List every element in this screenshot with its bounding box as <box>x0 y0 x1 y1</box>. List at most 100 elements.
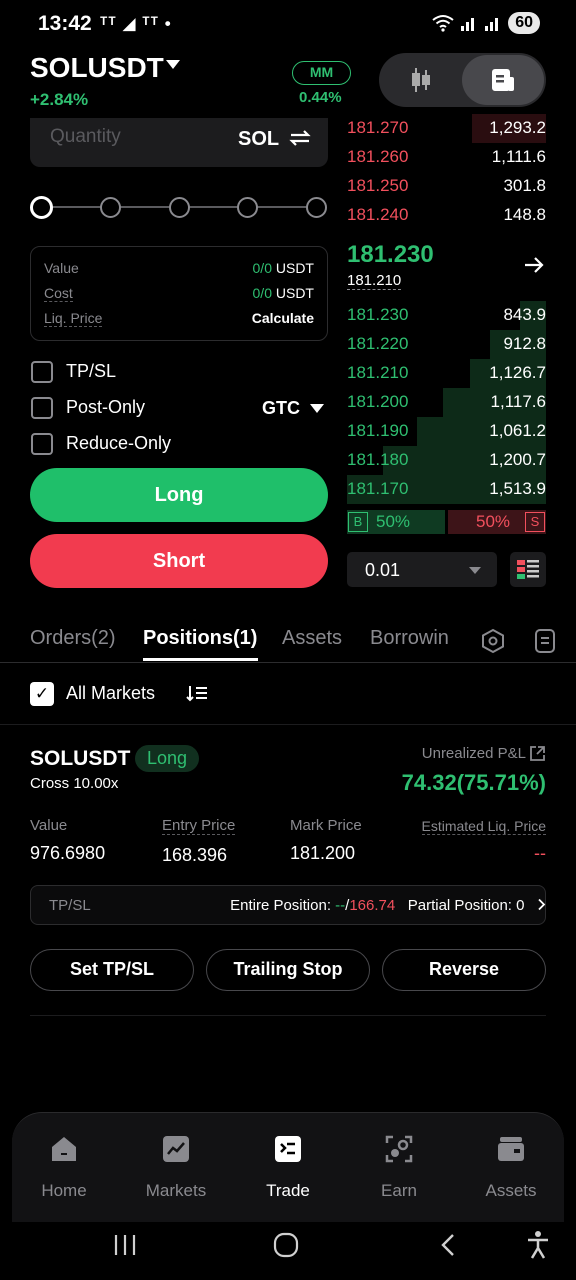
home-button-icon[interactable] <box>273 1232 299 1258</box>
ask-row[interactable]: 181.250 301.8 <box>347 172 546 201</box>
card-divider <box>30 1015 546 1016</box>
post-only-label: Post-Only <box>66 397 146 417</box>
price-change: +2.84% <box>30 90 89 109</box>
tab-borrowing[interactable]: Borrowin <box>370 627 458 650</box>
arrow-right-icon[interactable] <box>523 255 545 275</box>
post-only-checkbox[interactable] <box>31 397 53 419</box>
cost-amount: 0/0 <box>252 285 272 301</box>
slider-handle[interactable] <box>30 196 53 219</box>
pos-value: 976.6980 <box>30 843 106 863</box>
view-toggle[interactable] <box>379 53 546 107</box>
calculate-button[interactable]: Calculate <box>252 310 314 326</box>
signal-icon <box>461 18 475 31</box>
quantity-unit: SOL <box>238 128 279 150</box>
position-symbol[interactable]: SOLUSDT <box>30 747 130 771</box>
upnl-label: Unrealized P&L <box>421 745 526 762</box>
trailing-stop-button[interactable]: Trailing Stop <box>206 949 370 991</box>
nav-trade[interactable]: Trade <box>243 1134 333 1201</box>
status-time: 13:42 <box>38 12 92 35</box>
history-icon[interactable] <box>534 628 556 654</box>
ask-row[interactable]: 181.260 1,111.6 <box>347 143 546 172</box>
partial-position: Partial Position: 0 <box>407 897 525 914</box>
slider-step-100[interactable] <box>306 197 327 218</box>
bid-row[interactable]: 181.180 1,200.7 <box>347 446 546 475</box>
nav-earn-label: Earn <box>381 1181 417 1200</box>
mark-price-label: Mark Price <box>290 817 362 834</box>
bid-row[interactable]: 181.190 1,061.2 <box>347 417 546 446</box>
bid-qty: 1,117.6 <box>490 392 546 411</box>
tab-orders[interactable]: Orders(2) <box>30 627 116 650</box>
sort-icon[interactable] <box>186 684 208 702</box>
tpsl-summary-info[interactable]: Entire Position: --/166.74 Partial Posit… <box>230 897 546 914</box>
ask-price: 181.240 <box>347 205 409 224</box>
share-icon[interactable] <box>529 745 546 762</box>
tpsl-checkbox[interactable] <box>31 361 53 383</box>
tpsl-summary-label: TP/SL <box>49 897 91 914</box>
all-markets-checkbox[interactable]: ✓ <box>30 682 54 706</box>
bid-row[interactable]: 181.220 912.8 <box>347 330 546 359</box>
bid-row[interactable]: 181.210 1,126.7 <box>347 359 546 388</box>
nav-assets-label: Assets <box>485 1181 537 1200</box>
settings-icon[interactable] <box>480 628 506 654</box>
entire-position-label: Entire Position: <box>230 897 331 914</box>
pair-selector[interactable]: SOLUSDT <box>30 52 164 84</box>
bid-row[interactable]: 181.200 1,117.6 <box>347 388 546 417</box>
reduce-only-label: Reduce-Only <box>66 433 172 453</box>
ask-row[interactable]: 181.240 148.8 <box>347 201 546 230</box>
bid-row[interactable]: 181.170 1,513.9 <box>347 475 546 504</box>
recent-apps-icon[interactable] <box>113 1234 137 1256</box>
time-in-force-select[interactable]: GTC <box>262 398 300 419</box>
position-leverage[interactable]: Cross 10.00x <box>30 775 118 792</box>
caret-down-icon[interactable] <box>166 60 180 69</box>
back-icon[interactable] <box>439 1233 457 1257</box>
nav-markets-label: Markets <box>145 1181 207 1200</box>
swap-icon[interactable] <box>288 128 312 148</box>
set-tpsl-button[interactable]: Set TP/SL <box>30 949 194 991</box>
liq-price-value: -- <box>534 843 546 863</box>
mm-badge[interactable]: MM <box>292 61 351 85</box>
slider-step-25[interactable] <box>100 197 121 218</box>
ask-qty: 1,293.2 <box>489 118 546 137</box>
ask-price: 181.260 <box>347 147 409 166</box>
quantity-placeholder: Quantity <box>50 126 121 147</box>
trade-icon <box>275 1136 301 1162</box>
cost-unit: USDT <box>275 285 314 301</box>
quantity-unit-toggle[interactable]: SOL <box>238 128 312 151</box>
slider-step-50[interactable] <box>169 197 190 218</box>
ask-qty: 148.8 <box>503 205 546 224</box>
pos-value-label: Value <box>30 817 68 834</box>
orderbook-icon[interactable] <box>490 67 516 93</box>
reduce-only-checkbox[interactable] <box>31 433 53 455</box>
ask-qty: 301.8 <box>503 176 546 195</box>
nav-assets[interactable]: Assets <box>466 1134 556 1201</box>
nav-markets[interactable]: Markets <box>131 1134 221 1201</box>
bid-price: 181.190 <box>347 421 409 440</box>
reverse-button[interactable]: Reverse <box>382 949 546 991</box>
ask-row[interactable]: 181.270 1,293.2 <box>347 114 546 143</box>
caret-down-icon[interactable] <box>469 567 481 574</box>
liq-price-label: Liq. Price <box>44 310 103 327</box>
buy-ratio: 50% <box>376 512 411 531</box>
accessibility-icon[interactable] <box>526 1230 550 1260</box>
nav-earn[interactable]: Earn <box>354 1134 444 1201</box>
entry-price: 168.396 <box>162 845 228 865</box>
nav-home[interactable]: Home <box>19 1134 109 1201</box>
candlestick-icon[interactable] <box>409 67 433 93</box>
slider-step-75[interactable] <box>237 197 258 218</box>
mm-value: 0.44% <box>299 89 342 106</box>
tab-assets[interactable]: Assets <box>282 627 342 650</box>
book-layout-button[interactable] <box>510 552 546 587</box>
entire-tp: -- <box>335 897 346 914</box>
bid-qty: 1,513.9 <box>489 479 546 498</box>
chevron-right-icon <box>538 898 546 911</box>
caret-down-icon[interactable] <box>310 404 324 413</box>
active-tab-indicator <box>143 658 258 661</box>
liq-price-label: Estimated Liq. Price <box>421 818 546 835</box>
tab-positions[interactable]: Positions(1) <box>143 627 257 650</box>
bid-row[interactable]: 181.230 843.9 <box>347 301 546 330</box>
short-button[interactable]: Short <box>30 534 328 588</box>
value-label: Value <box>44 260 79 276</box>
long-button[interactable]: Long <box>30 468 328 522</box>
cost-label: Cost <box>44 285 73 302</box>
bid-qty: 843.9 <box>503 305 546 324</box>
